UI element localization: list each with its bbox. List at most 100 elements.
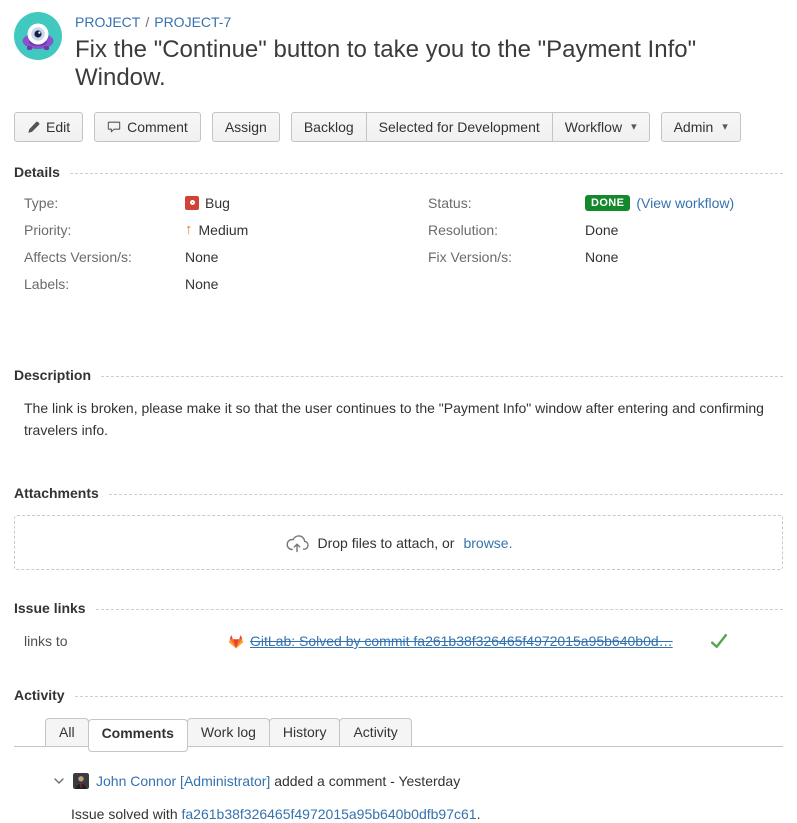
browse-link[interactable]: browse. [463, 535, 512, 551]
caret-down-icon: ▾ [631, 122, 637, 133]
details-heading-label: Details [14, 164, 60, 180]
activity-heading-label: Activity [14, 687, 65, 703]
assign-label: Assign [225, 119, 267, 135]
detail-row-resolution: Resolution: Done [428, 221, 783, 238]
attachment-dropzone[interactable]: Drop files to attach, or browse. [14, 515, 783, 570]
comment-action-text: added a comment - Yesterday [274, 773, 460, 789]
link-relation-label: links to [24, 633, 228, 649]
breadcrumb-project-link[interactable]: PROJECT [75, 14, 140, 30]
details-heading: Details [14, 164, 783, 180]
status-badge: DONE [585, 195, 630, 211]
tab-activity[interactable]: Activity [339, 718, 411, 746]
workflow-dropdown-button[interactable]: Workflow ▾ [552, 112, 650, 142]
admin-label: Admin [674, 119, 714, 135]
heading-rule [96, 609, 783, 610]
resolution-value: Done [585, 222, 618, 238]
tab-history[interactable]: History [269, 718, 341, 746]
backlog-label: Backlog [304, 119, 354, 135]
tab-comments[interactable]: Comments [88, 719, 188, 752]
user-avatar [73, 773, 89, 789]
breadcrumb-issue-link[interactable]: PROJECT-7 [154, 14, 231, 30]
collapse-chevron-icon[interactable] [52, 776, 66, 786]
issue-page: PROJECT/PROJECT-7 Fix the "Continue" but… [0, 0, 797, 823]
heading-rule [109, 494, 783, 495]
edit-label: Edit [46, 119, 70, 135]
comment-author-link[interactable]: John Connor [Administrator] [96, 773, 270, 789]
comment-button[interactable]: Comment [94, 112, 201, 142]
resolution-label: Resolution: [428, 222, 585, 238]
activity-section: Activity All Comments Work log History A… [14, 687, 783, 823]
bug-icon [185, 196, 199, 210]
attachments-section: Attachments Drop files to attach, or bro… [14, 485, 783, 570]
admin-dropdown-button[interactable]: Admin ▾ [661, 112, 741, 142]
affects-version-label: Affects Version/s: [24, 249, 185, 265]
heading-rule [75, 696, 783, 697]
fix-version-label: Fix Version/s: [428, 249, 585, 265]
attachments-heading: Attachments [14, 485, 783, 501]
breadcrumb: PROJECT/PROJECT-7 [75, 14, 783, 31]
caret-down-icon: ▾ [722, 122, 728, 133]
selected-for-development-label: Selected for Development [379, 119, 540, 135]
details-section: Details Type: Bug Priority: ↑ Medium [14, 164, 783, 302]
description-heading: Description [14, 367, 783, 383]
status-label: Status: [428, 195, 585, 211]
comment-meta: John Connor [Administrator] added a comm… [96, 773, 460, 789]
workflow-label: Workflow [565, 119, 622, 135]
toolbar: Edit Comment Assign Backlog Selected for… [14, 112, 783, 142]
assign-button[interactable]: Assign [212, 112, 280, 142]
comment-label: Comment [127, 119, 188, 135]
issue-link-row: links to GitLab: Solved by commit fa261b… [14, 633, 783, 649]
description-section: Description The link is broken, please m… [14, 367, 783, 441]
comment-text-suffix: . [477, 806, 481, 822]
issue-links-section: Issue links links to GitLab: Solved by c… [14, 600, 783, 649]
tab-all[interactable]: All [45, 718, 89, 746]
detail-row-priority: Priority: ↑ Medium [24, 221, 428, 238]
activity-heading: Activity [14, 687, 783, 703]
comment-body: Issue solved with fa261b38f326465f497201… [71, 805, 783, 823]
fix-version-value: None [585, 249, 618, 265]
view-workflow-link[interactable]: (View workflow) [636, 195, 734, 211]
details-right-column: Status: DONE (View workflow) Resolution:… [428, 194, 783, 302]
resolved-check-icon [710, 633, 728, 649]
workflow-button-group: Backlog Selected for Development Workflo… [291, 112, 650, 142]
heading-rule [70, 173, 783, 174]
priority-value: Medium [199, 222, 249, 238]
comment-header: John Connor [Administrator] added a comm… [52, 773, 783, 789]
selected-for-development-button[interactable]: Selected for Development [366, 112, 553, 142]
project-avatar [14, 12, 62, 60]
gitlab-commit-link[interactable]: GitLab: Solved by commit fa261b38f326465… [250, 633, 673, 649]
labels-value: None [185, 276, 218, 292]
issue-links-heading: Issue links [14, 600, 783, 616]
comment-bubble-icon [107, 120, 121, 134]
priority-medium-icon: ↑ [185, 222, 193, 237]
attachments-heading-label: Attachments [14, 485, 99, 501]
detail-row-affects-version: Affects Version/s: None [24, 248, 428, 265]
gitlab-icon [228, 634, 244, 649]
issue-header: PROJECT/PROJECT-7 Fix the "Continue" but… [14, 12, 783, 92]
issue-title: Fix the "Continue" button to take you to… [75, 36, 783, 92]
type-value: Bug [205, 195, 230, 211]
edit-button[interactable]: Edit [14, 112, 83, 142]
backlog-button[interactable]: Backlog [291, 112, 367, 142]
activity-tabs: All Comments Work log History Activity [14, 718, 783, 747]
detail-row-status: Status: DONE (View workflow) [428, 194, 783, 211]
header-text: PROJECT/PROJECT-7 Fix the "Continue" but… [75, 12, 783, 92]
labels-label: Labels: [24, 276, 185, 292]
detail-row-type: Type: Bug [24, 194, 428, 211]
priority-label: Priority: [24, 222, 185, 238]
detail-row-labels: Labels: None [24, 275, 428, 292]
issue-links-heading-label: Issue links [14, 600, 86, 616]
type-label: Type: [24, 195, 185, 211]
description-text: The link is broken, please make it so th… [14, 397, 778, 441]
commit-hash-link[interactable]: fa261b38f326465f4972015a95b640b0dfb97c61 [182, 806, 477, 822]
drop-files-text: Drop files to attach, or [318, 535, 455, 551]
cloud-upload-icon [285, 533, 309, 553]
affects-version-value: None [185, 249, 218, 265]
description-heading-label: Description [14, 367, 91, 383]
heading-rule [101, 376, 783, 377]
details-left-column: Type: Bug Priority: ↑ Medium Affects Ver… [24, 194, 428, 302]
comment-text: Issue solved with [71, 806, 182, 822]
pencil-icon [27, 121, 40, 134]
tab-work-log[interactable]: Work log [187, 718, 270, 746]
detail-row-fix-version: Fix Version/s: None [428, 248, 783, 265]
